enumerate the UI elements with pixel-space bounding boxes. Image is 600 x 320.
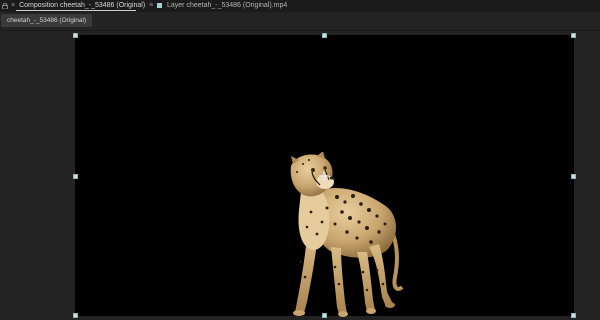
composition-canvas[interactable] — [73, 33, 576, 318]
transform-handle-top-left[interactable] — [73, 33, 78, 38]
transform-handle-top-right[interactable] — [571, 33, 576, 38]
transform-handle-middle-right[interactable] — [571, 174, 576, 179]
active-tab-indicator — [16, 10, 136, 11]
close-icon[interactable]: × — [11, 2, 15, 9]
tab-layer-label: Layer cheetah_-_53486 (Original).mp4 — [167, 2, 288, 9]
anchor-point-icon[interactable] — [319, 171, 329, 181]
tab-layer[interactable]: Layer cheetah_-_53486 (Original).mp4 — [157, 0, 287, 11]
composition-chip[interactable]: cheetah_-_53486 (Original) — [1, 14, 93, 27]
tab-composition-label: Composition cheetah_-_53486 (Original) — [19, 2, 146, 9]
panel-tab-bar: × Composition cheetah_-_53486 (Original)… — [0, 0, 600, 12]
hamburger-menu-icon[interactable]: ≡ — [149, 2, 153, 9]
transform-handle-middle-left[interactable] — [73, 174, 78, 179]
cheetah-footage[interactable] — [287, 152, 412, 320]
layer-color-swatch — [157, 3, 162, 8]
transform-handle-bottom-right[interactable] — [571, 313, 576, 318]
transform-handle-top-center[interactable] — [322, 33, 327, 38]
lock-icon[interactable] — [2, 2, 8, 9]
transform-handle-bottom-center[interactable] — [322, 313, 327, 318]
composition-navigator-bar: cheetah_-_53486 (Original) — [0, 12, 600, 31]
composition-chip-label: cheetah_-_53486 (Original) — [7, 17, 87, 24]
composition-viewer[interactable] — [0, 31, 600, 318]
transform-handle-bottom-left[interactable] — [73, 313, 78, 318]
